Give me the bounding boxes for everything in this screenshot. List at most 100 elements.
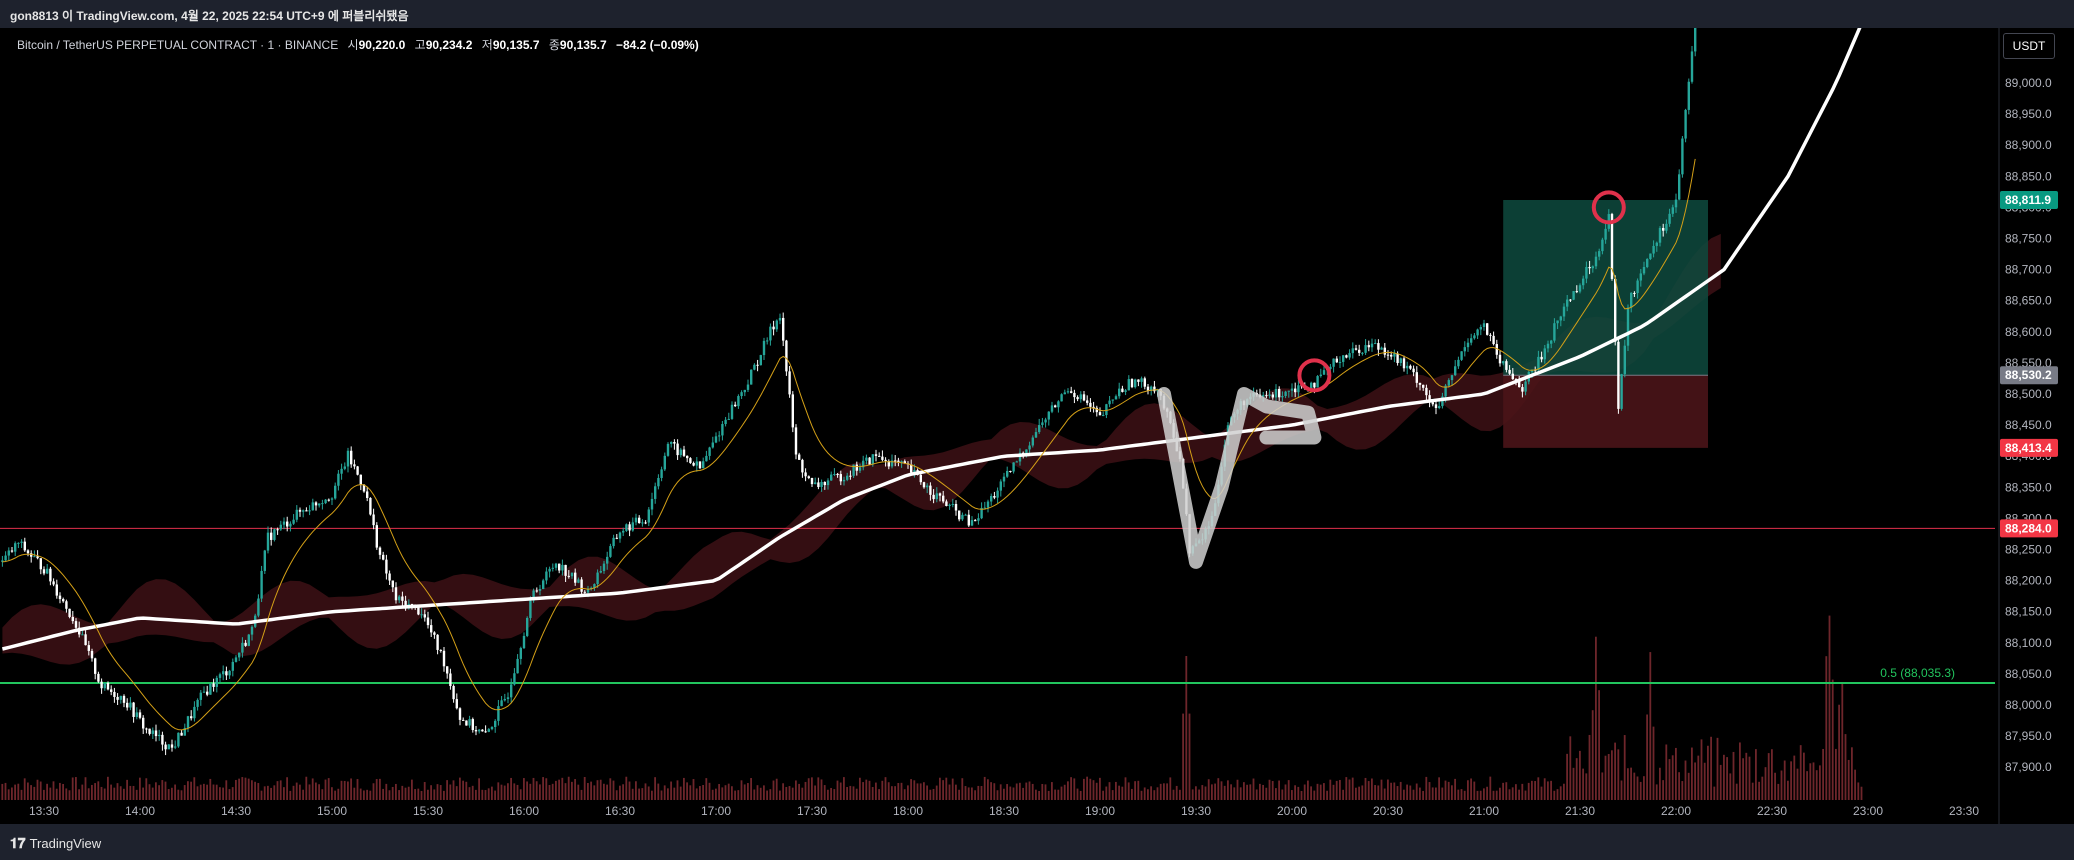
volume-bar — [1230, 784, 1232, 800]
candle-body — [756, 364, 759, 366]
candle-body — [65, 601, 68, 609]
volume-bar — [1159, 783, 1162, 800]
volume-bar — [1502, 782, 1504, 800]
candle-body — [625, 524, 628, 531]
volume-bar — [1179, 789, 1181, 800]
candle-body — [247, 634, 250, 646]
volume-bar — [971, 787, 973, 800]
volume-bar — [1019, 782, 1021, 800]
volume-bar — [647, 786, 650, 800]
currency-button[interactable]: USDT — [2003, 33, 2055, 59]
candle-body — [42, 569, 46, 574]
volume-bar — [212, 784, 215, 800]
volume-bar — [110, 784, 112, 800]
volume-bar — [209, 778, 212, 800]
candle-body — [110, 689, 113, 692]
volume-bar — [465, 781, 468, 800]
tradingview-brand[interactable]: 𝟏𝟕 TradingView — [10, 835, 101, 852]
time-tick-label: 20:30 — [1373, 804, 1403, 818]
candle-body — [372, 514, 375, 526]
candle-body — [209, 683, 212, 695]
volume-bar — [1735, 783, 1738, 800]
volume-bar — [1758, 781, 1760, 800]
volume-bar — [1278, 780, 1280, 800]
volume-bar — [1185, 656, 1188, 800]
volume-bar — [1492, 790, 1495, 800]
time-tick-label: 23:00 — [1853, 804, 1883, 818]
open-value: 90,220.0 — [358, 38, 406, 52]
volume-bar — [964, 786, 967, 800]
candle-body — [551, 567, 554, 569]
candle-body — [974, 520, 977, 522]
candle-body — [423, 614, 426, 618]
volume-bar — [1044, 784, 1047, 800]
volume-bar — [1819, 765, 1821, 800]
volume-bar — [343, 780, 346, 800]
candle-body — [1438, 406, 1441, 408]
candle-body — [746, 384, 750, 390]
volume-bar — [1303, 784, 1306, 800]
close-value: 90,135.7 — [559, 38, 607, 52]
volume-bar — [1595, 636, 1597, 800]
candle-body — [292, 519, 295, 524]
volume-bar — [1083, 778, 1085, 800]
candle-body — [1588, 267, 1591, 269]
volume-bar — [1467, 780, 1469, 800]
candle-body — [503, 698, 506, 701]
volume-bar — [708, 782, 711, 800]
candle-body — [138, 712, 142, 718]
candle-body — [990, 495, 993, 502]
candle-body — [772, 326, 775, 330]
long-position-risk-zone[interactable] — [1503, 375, 1708, 448]
volume-bar — [1604, 755, 1607, 800]
close-label: 종 — [548, 38, 560, 52]
candle-body — [1678, 174, 1681, 200]
candle-body — [282, 521, 286, 525]
volume-bar — [1201, 785, 1204, 800]
volume-bar — [1547, 781, 1549, 800]
candle-body — [574, 572, 577, 583]
volume-bar — [1579, 750, 1581, 800]
volume-bar — [123, 788, 125, 800]
candle-body — [628, 524, 631, 531]
volume-bar — [462, 780, 464, 800]
candle-body — [321, 503, 324, 505]
candle-body — [1377, 343, 1380, 350]
volume-bar — [804, 781, 807, 800]
volume-bar — [17, 783, 20, 800]
volume-bar — [388, 790, 391, 800]
volume-bar — [807, 778, 810, 800]
candle-body — [433, 632, 436, 635]
volume-bar — [1265, 787, 1268, 800]
volume-bar — [244, 777, 247, 800]
volume-bar — [148, 784, 151, 800]
volume-bar — [1284, 784, 1287, 800]
candle-body — [1671, 207, 1674, 214]
candle-body — [1114, 396, 1118, 400]
candle-body — [436, 634, 439, 650]
candle-body — [1623, 345, 1626, 375]
volume-bar — [747, 783, 749, 800]
volume-bar — [1211, 784, 1213, 800]
price-chart[interactable]: 0.5 (88,035.3) 89,000.0 88,950.0 88,900.0 8… — [0, 28, 2074, 824]
volume-bar — [1051, 782, 1053, 800]
candle-body — [446, 666, 449, 674]
volume-bar — [75, 777, 77, 800]
volume-bar — [1131, 788, 1133, 800]
volume-bar — [1025, 782, 1028, 800]
volume-bar — [1659, 767, 1661, 800]
volume-bar — [875, 782, 877, 800]
candle-body — [673, 442, 676, 444]
volume-bar — [46, 783, 48, 800]
candle-body — [1031, 437, 1034, 446]
chart-area[interactable]: 0.5 (88,035.3) 89,000.0 88,950.0 88,900.0 8… — [0, 28, 2074, 824]
volume-bar — [775, 778, 778, 800]
candle-body — [1601, 239, 1604, 252]
candle-body — [1383, 347, 1386, 355]
candle-body — [94, 658, 97, 674]
volume-bar — [750, 778, 752, 800]
candle-body — [833, 473, 836, 475]
candle-body — [487, 729, 490, 732]
volume-bar — [871, 787, 874, 800]
open-label: 시 — [347, 38, 359, 52]
